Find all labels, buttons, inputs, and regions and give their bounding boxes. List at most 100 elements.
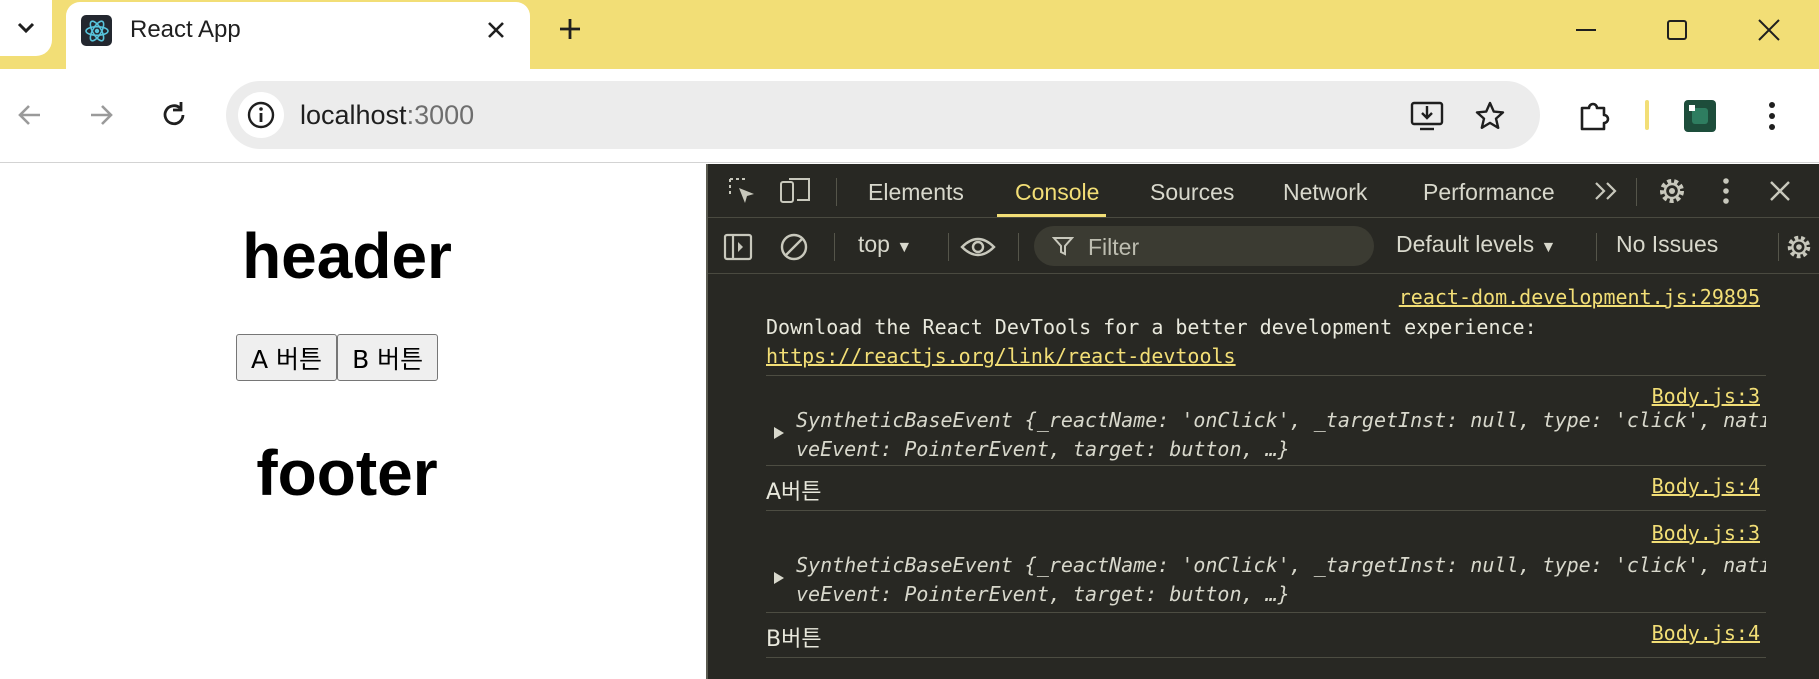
reload-icon	[163, 102, 185, 126]
live-expression-button[interactable]	[960, 229, 996, 265]
separator	[1636, 178, 1637, 206]
context-value: top	[858, 231, 890, 257]
bookmark-button[interactable]	[1471, 97, 1509, 135]
maximize-button[interactable]	[1657, 10, 1697, 50]
chrome-menu-button[interactable]	[1751, 95, 1793, 137]
message-source-link[interactable]: react-dom.development.js:29895	[1399, 285, 1760, 309]
arrow-left-icon	[18, 105, 40, 125]
kebab-icon	[1723, 178, 1729, 204]
separator	[834, 233, 835, 261]
site-info-button[interactable]	[238, 92, 284, 138]
log-text: A버튼	[766, 480, 822, 505]
devtools-panel: Elements Console Sources Network Perform…	[706, 164, 1819, 679]
object-line-2: veEvent: PointerEvent, target: button, ……	[796, 437, 1290, 461]
filter-placeholder: Filter	[1088, 234, 1140, 260]
install-app-icon	[1410, 101, 1444, 131]
b-button[interactable]: B 버튼	[337, 334, 439, 381]
window-close-button[interactable]	[1749, 10, 1789, 50]
extensions-button[interactable]	[1573, 95, 1615, 137]
log-levels-dropdown[interactable]: Default levels ▼	[1396, 231, 1556, 258]
console-message: Body.js:3 SyntheticBaseEvent {_reactName…	[766, 511, 1766, 613]
console-toolbar: top ▼ Filter Default levels ▼ No Issues	[708, 219, 1819, 274]
context-selector[interactable]: top ▼	[858, 231, 912, 258]
console-message: A버튼 Body.js:4	[766, 466, 1766, 511]
console-settings-button[interactable]	[1781, 229, 1817, 265]
reload-button[interactable]	[154, 95, 194, 135]
url-port: :3000	[406, 100, 475, 130]
console-message: B버튼 Body.js:4	[766, 613, 1766, 658]
star-icon	[1475, 101, 1505, 129]
expand-triangle-icon[interactable]	[774, 427, 784, 439]
message-source-link[interactable]: Body.js:4	[1652, 621, 1760, 645]
tab-close-button[interactable]	[481, 15, 511, 45]
more-tabs-button[interactable]	[1588, 173, 1624, 209]
filter-icon	[1052, 237, 1074, 256]
tab-console[interactable]: Console	[1015, 179, 1099, 206]
clear-console-button[interactable]	[776, 229, 812, 265]
separator	[836, 178, 837, 206]
minimize-button[interactable]	[1566, 10, 1606, 50]
a-button[interactable]: A 버튼	[236, 334, 338, 381]
tab-title: React App	[130, 16, 241, 43]
devtools-hint-text: Download the React DevTools for a better…	[766, 315, 1549, 339]
message-source-link[interactable]: Body.js:4	[1652, 474, 1760, 498]
inspect-element-button[interactable]	[724, 173, 760, 209]
gear-icon	[1660, 179, 1684, 203]
tab-network[interactable]: Network	[1283, 179, 1367, 206]
issues-counter[interactable]: No Issues	[1616, 231, 1718, 258]
console-message: react-dom.development.js:29895 Download …	[766, 275, 1766, 376]
message-source-link[interactable]: Body.js:3	[1652, 521, 1760, 545]
page-viewport: header A 버튼 B 버튼 footer	[0, 164, 706, 679]
sidebar-icon	[723, 233, 753, 261]
event-object-preview[interactable]: SyntheticBaseEvent {_reactName: 'onClick…	[796, 551, 1766, 609]
console-message: Body.js:3 SyntheticBaseEvent {_reactName…	[766, 376, 1766, 466]
plus-icon	[560, 19, 580, 39]
tab-elements[interactable]: Elements	[868, 179, 964, 206]
sidebar-toggle-button[interactable]	[720, 229, 756, 265]
tab-search-button[interactable]	[0, 0, 52, 56]
maximize-icon	[1667, 20, 1687, 40]
console-filter-input[interactable]: Filter	[1034, 226, 1374, 266]
profile-button[interactable]	[1679, 95, 1721, 137]
devtools-settings-button[interactable]	[1654, 173, 1690, 209]
tab-performance[interactable]: Performance	[1423, 179, 1555, 206]
object-line-2: veEvent: PointerEvent, target: button, ……	[796, 582, 1290, 606]
minimize-icon	[1576, 29, 1596, 31]
browser-tab[interactable]: React App	[66, 2, 530, 69]
puzzle-icon	[1580, 102, 1610, 131]
devtools-tabbar: Elements Console Sources Network Perform…	[708, 164, 1819, 218]
expand-triangle-icon[interactable]	[774, 572, 784, 584]
close-icon	[488, 22, 504, 38]
separator	[1596, 233, 1597, 261]
devtools-menu-button[interactable]	[1708, 173, 1744, 209]
separator	[948, 233, 949, 261]
react-atom-icon	[81, 15, 112, 46]
close-icon	[1758, 19, 1780, 41]
object-line-1: SyntheticBaseEvent {_reactName: 'onClick…	[796, 408, 1766, 432]
install-app-button[interactable]	[1408, 97, 1446, 135]
browser-toolbar: localhost:3000	[0, 69, 1819, 163]
url-host: localhost	[300, 100, 407, 130]
message-source-link[interactable]: Body.js:3	[1652, 384, 1760, 408]
new-tab-button[interactable]	[553, 12, 587, 46]
active-tab-indicator	[997, 214, 1106, 217]
button-row: A 버튼 B 버튼	[236, 334, 439, 381]
tab-sources[interactable]: Sources	[1150, 179, 1234, 206]
device-icon	[780, 178, 810, 203]
console-output: react-dom.development.js:29895 Download …	[708, 275, 1819, 679]
page-header: header	[242, 220, 452, 292]
chevron-down-icon	[17, 22, 35, 34]
block-icon	[780, 233, 808, 261]
info-icon	[247, 101, 275, 129]
react-devtools-link[interactable]: https://reactjs.org/link/react-devtools	[766, 344, 1236, 368]
levels-label: Default levels	[1396, 231, 1535, 257]
back-button[interactable]	[10, 95, 50, 135]
object-line-1: SyntheticBaseEvent {_reactName: 'onClick…	[796, 553, 1766, 577]
close-icon	[1770, 181, 1790, 201]
devtools-close-button[interactable]	[1762, 173, 1798, 209]
forward-button[interactable]	[81, 95, 121, 135]
address-bar[interactable]: localhost:3000	[226, 81, 1540, 149]
double-chevron-right-icon	[1595, 182, 1617, 200]
device-toolbar-button[interactable]	[778, 173, 814, 209]
event-object-preview[interactable]: SyntheticBaseEvent {_reactName: 'onClick…	[796, 406, 1766, 464]
